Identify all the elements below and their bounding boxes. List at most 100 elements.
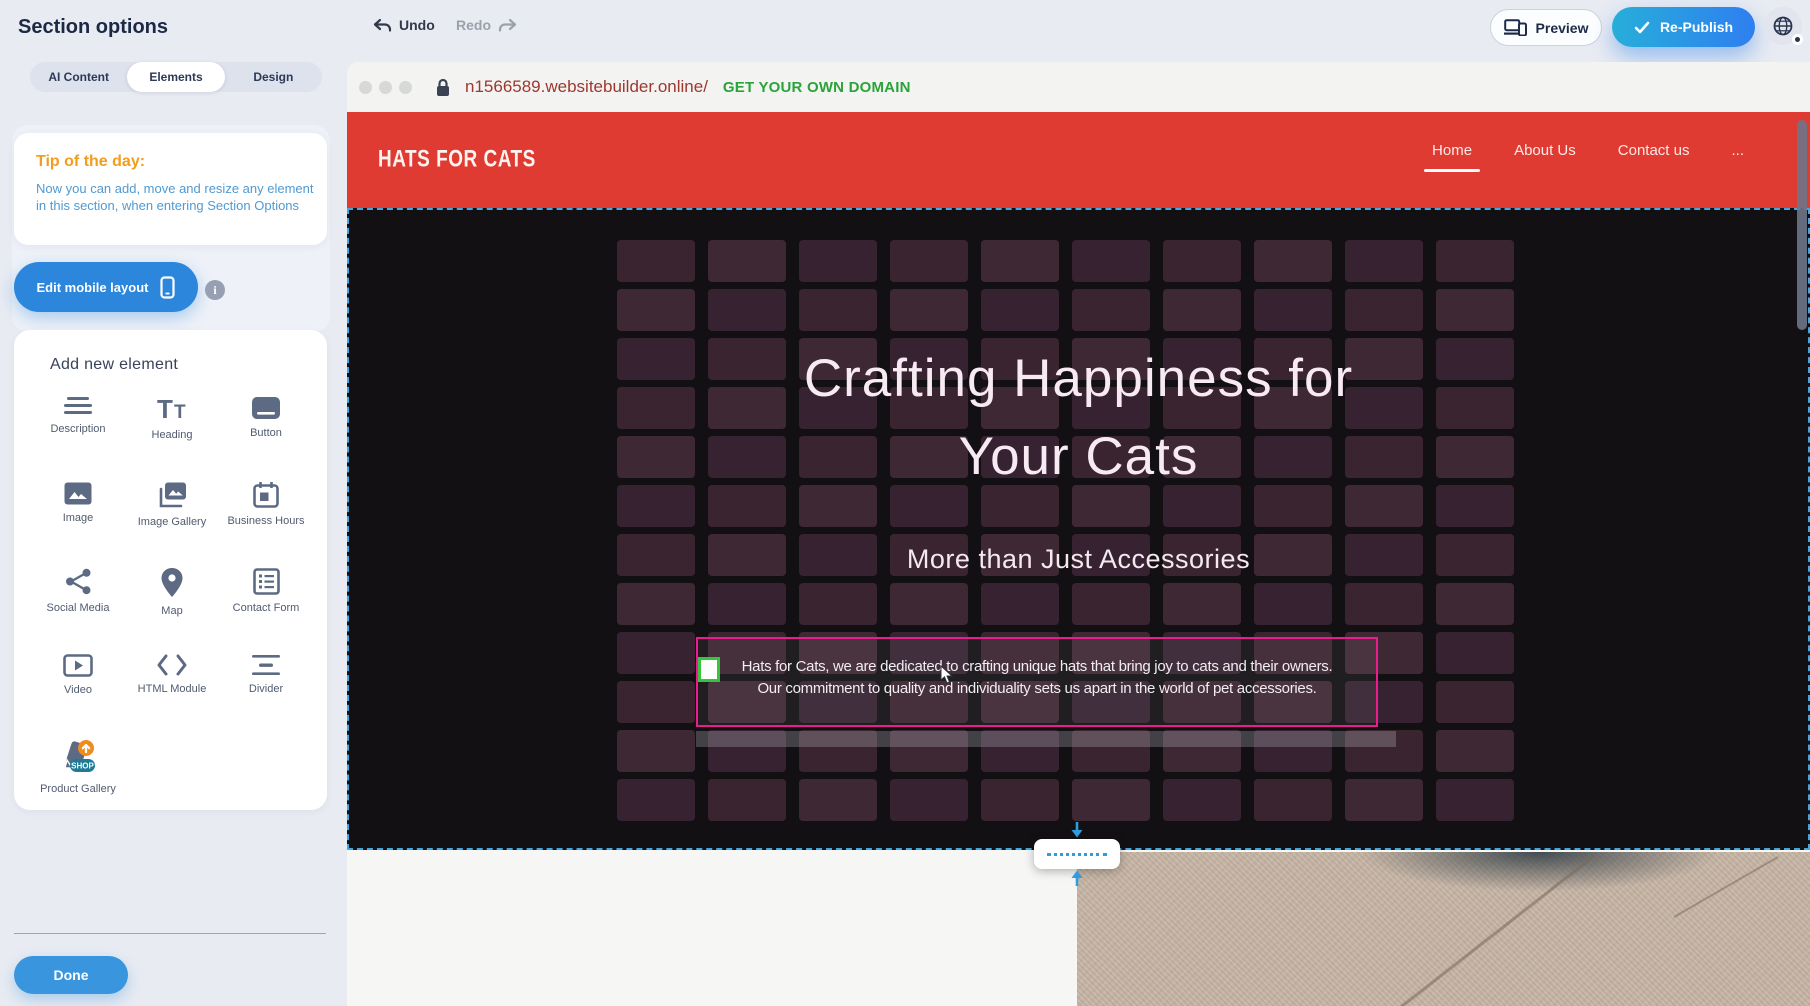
site-url[interactable]: n1566589.websitebuilder.online/: [465, 77, 708, 97]
nav-contact-us[interactable]: Contact us: [1614, 142, 1694, 159]
hero-tile: [1163, 240, 1241, 282]
element-item-map[interactable]: Map: [125, 564, 219, 650]
site-nav: Home About Us Contact us ...: [1428, 142, 1748, 159]
hero-tile: [708, 240, 786, 282]
tab-elements[interactable]: Elements: [127, 62, 224, 92]
section-resize-handle[interactable]: [1034, 839, 1120, 869]
undo-button[interactable]: Undo: [372, 17, 435, 33]
add-new-element-card: Add new element Description T T Heading …: [14, 330, 327, 810]
hero-heading-line1: Crafting Happiness for: [349, 340, 1808, 418]
hero-tile: [1072, 289, 1150, 331]
hero-tile: [1436, 289, 1514, 331]
hero-tile: [617, 632, 695, 674]
hero-tile: [981, 583, 1059, 625]
hero-heading[interactable]: Crafting Happiness for Your Cats: [349, 340, 1808, 496]
element-item-description[interactable]: Description: [31, 392, 125, 478]
contact-form-icon: [253, 568, 280, 595]
business-hours-icon: [253, 482, 279, 508]
hero-tile: [617, 681, 695, 723]
browser-dot: [399, 81, 412, 94]
done-label: Done: [54, 967, 89, 983]
globe-icon: [1771, 14, 1795, 38]
website-canvas: HATS FOR CATS Home About Us Contact us .…: [347, 112, 1810, 1006]
hero-tile: [1436, 681, 1514, 723]
check-icon: [1634, 21, 1650, 34]
product-gallery-icon: SHOP: [58, 740, 98, 776]
republish-label: Re-Publish: [1660, 19, 1733, 35]
element-grid: Description T T Heading Button Image: [31, 392, 313, 822]
svg-text:T: T: [157, 396, 173, 422]
next-section-floor-image: [1077, 852, 1810, 1006]
get-domain-link[interactable]: GET YOUR OWN DOMAIN: [723, 79, 911, 96]
hero-tile: [799, 583, 877, 625]
hero-subheading[interactable]: More than Just Accessories: [349, 544, 1808, 575]
hero-tile: [1254, 583, 1332, 625]
hero-tile: [1163, 583, 1241, 625]
element-item-business-hours[interactable]: Business Hours: [219, 478, 313, 564]
hero-tile: [617, 583, 695, 625]
image-gallery-icon: [157, 482, 187, 509]
selected-paragraph-element[interactable]: Hats for Cats, we are dedicated to craft…: [696, 637, 1378, 727]
undo-icon: [372, 18, 392, 33]
button-icon: [251, 396, 281, 420]
hero-section-selected[interactable]: Crafting Happiness for Your Cats More th…: [347, 208, 1810, 850]
hero-tile: [708, 289, 786, 331]
hero-tile: [799, 240, 877, 282]
selection-resize-handle[interactable]: [698, 657, 720, 682]
resize-dotted-line: [1047, 853, 1107, 856]
hero-tile: [708, 779, 786, 821]
element-item-video[interactable]: Video: [31, 650, 125, 736]
redo-icon: [498, 18, 518, 33]
preview-button[interactable]: Preview: [1490, 9, 1602, 46]
svg-text:T: T: [174, 402, 186, 422]
tip-body: Now you can add, move and resize any ele…: [36, 180, 314, 214]
browser-chrome-bar: n1566589.websitebuilder.online/ GET YOUR…: [347, 62, 1810, 112]
element-item-divider[interactable]: Divider: [219, 650, 313, 736]
hero-tile: [1254, 289, 1332, 331]
nav-more[interactable]: ...: [1727, 142, 1748, 159]
description-icon: [63, 396, 93, 416]
paragraph-line1: Hats for Cats, we are dedicated to craft…: [698, 656, 1376, 678]
hero-tile: [799, 779, 877, 821]
hero-tile: [890, 289, 968, 331]
edit-mobile-layout-label: Edit mobile layout: [37, 280, 149, 295]
hero-tile: [1436, 779, 1514, 821]
preview-label: Preview: [1536, 20, 1589, 36]
tab-ai-content[interactable]: AI Content: [30, 62, 127, 92]
floor-tile-seam: [1387, 856, 1594, 1006]
heading-icon: T T: [155, 396, 189, 422]
republish-button[interactable]: Re-Publish: [1612, 7, 1755, 47]
arrow-down-icon: [1070, 822, 1084, 838]
nav-about-us[interactable]: About Us: [1510, 142, 1580, 159]
tab-design[interactable]: Design: [225, 62, 322, 92]
redo-label: Redo: [456, 17, 491, 33]
hero-tile: [1345, 583, 1423, 625]
element-item-html-module[interactable]: HTML Module: [125, 650, 219, 736]
hero-tile: [890, 779, 968, 821]
element-item-product-gallery[interactable]: SHOP Product Gallery: [31, 736, 125, 822]
nav-home[interactable]: Home: [1428, 142, 1476, 159]
element-item-social-media[interactable]: Social Media: [31, 564, 125, 650]
lock-icon: [435, 78, 451, 97]
done-button[interactable]: Done: [14, 956, 128, 994]
element-item-image[interactable]: Image: [31, 478, 125, 564]
hero-tile: [1254, 779, 1332, 821]
edit-mobile-layout-button[interactable]: Edit mobile layout: [14, 262, 198, 312]
element-item-heading[interactable]: T T Heading: [125, 392, 219, 478]
hero-tile: [1345, 240, 1423, 282]
site-preview-window: n1566589.websitebuilder.online/ GET YOUR…: [347, 62, 1810, 1006]
language-globe-button[interactable]: [1764, 7, 1802, 45]
hero-tile: [890, 583, 968, 625]
canvas-scrollbar-thumb[interactable]: [1797, 120, 1807, 330]
hero-tile: [1163, 779, 1241, 821]
element-item-image-gallery[interactable]: Image Gallery: [125, 478, 219, 564]
element-item-button[interactable]: Button: [219, 392, 313, 478]
browser-dot: [359, 81, 372, 94]
floor-tile-seam: [1674, 856, 1779, 918]
info-icon[interactable]: i: [205, 280, 225, 300]
element-item-contact-form[interactable]: Contact Form: [219, 564, 313, 650]
globe-status-dot: [1792, 34, 1803, 45]
site-logo[interactable]: HATS FOR CATS: [378, 146, 536, 174]
redo-button[interactable]: Redo: [456, 17, 518, 33]
hero-tile: [981, 240, 1059, 282]
